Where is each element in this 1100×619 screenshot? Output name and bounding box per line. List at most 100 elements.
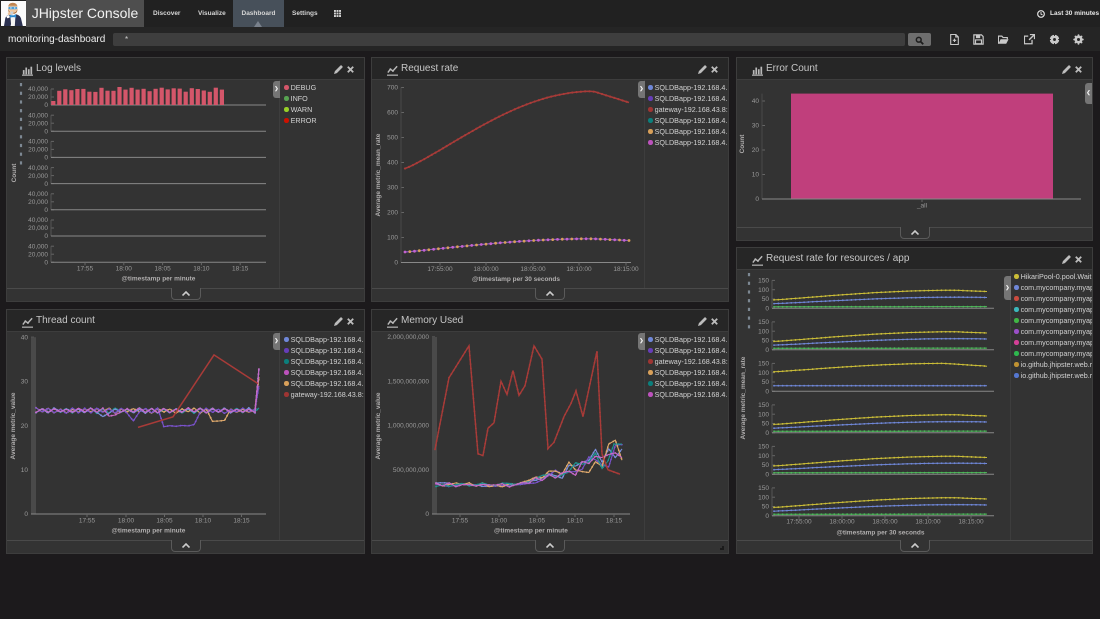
svg-text:150: 150 [758,278,769,285]
svg-text:1,000,000,000: 1,000,000,000 [387,423,429,430]
svg-text:40: 40 [752,98,760,105]
svg-text:17:55:00: 17:55:00 [427,266,453,273]
svg-text:0: 0 [44,233,48,240]
svg-text:@timestamp per minute: @timestamp per minute [494,528,568,535]
svg-text:30: 30 [752,123,760,130]
svg-text:10: 10 [752,172,760,179]
svg-text:100: 100 [758,453,769,460]
svg-text:100: 100 [758,370,769,377]
svg-text:40,000: 40,000 [28,86,48,93]
svg-text:50: 50 [762,504,770,511]
svg-text:Average metric_value: Average metric_value [375,392,382,459]
svg-text:0: 0 [44,128,48,135]
svg-text:30: 30 [21,379,29,386]
svg-text:18:10:00: 18:10:00 [566,266,592,273]
svg-text:0: 0 [44,207,48,214]
svg-text:0: 0 [765,513,769,520]
svg-text:500,000,000: 500,000,000 [393,467,430,474]
svg-text:18:00:00: 18:00:00 [473,266,499,273]
svg-text:100: 100 [758,328,769,335]
svg-text:18:05:00: 18:05:00 [872,518,898,525]
svg-text:0: 0 [44,102,48,109]
svg-text:20: 20 [21,423,29,430]
svg-text:100: 100 [387,235,398,242]
svg-text:50: 50 [762,421,770,428]
svg-text:150: 150 [758,444,769,451]
svg-text:Count: Count [11,163,18,183]
svg-text:500: 500 [387,135,398,142]
svg-text:0: 0 [765,347,769,354]
svg-text:40,000: 40,000 [28,165,48,172]
svg-text:20,000: 20,000 [28,173,48,180]
svg-text:20,000: 20,000 [28,147,48,154]
svg-text:0: 0 [44,155,48,162]
svg-text:50: 50 [762,296,770,303]
svg-text:17:55:00: 17:55:00 [786,518,812,525]
svg-text:10: 10 [21,467,29,474]
svg-text:20,000: 20,000 [28,225,48,232]
svg-text:20,000: 20,000 [28,251,48,258]
svg-text:@timestamp per 30 seconds: @timestamp per 30 seconds [837,529,925,536]
svg-text:700: 700 [387,85,398,92]
svg-text:0: 0 [24,511,28,518]
svg-text:40,000: 40,000 [28,191,48,198]
svg-text:20,000: 20,000 [28,199,48,206]
svg-text:18:05: 18:05 [529,518,546,525]
svg-text:0: 0 [765,472,769,479]
svg-text:150: 150 [758,361,769,368]
svg-text:Average metric_mean_rate: Average metric_mean_rate [375,133,382,216]
svg-text:18:15:00: 18:15:00 [613,266,639,273]
svg-text:18:00: 18:00 [118,518,135,525]
svg-text:Average metric_mean_rate: Average metric_mean_rate [740,356,747,439]
svg-text:_all: _all [916,203,928,210]
svg-text:18:15: 18:15 [233,518,250,525]
svg-text:18:10:00: 18:10:00 [915,518,941,525]
svg-text:40,000: 40,000 [28,139,48,146]
svg-text:17:55: 17:55 [452,518,469,525]
svg-text:20,000: 20,000 [28,120,48,127]
svg-text:0: 0 [394,260,398,267]
svg-text:40,000: 40,000 [28,243,48,250]
svg-text:150: 150 [758,485,769,492]
svg-text:Average metric_value: Average metric_value [10,392,17,459]
svg-text:40: 40 [21,334,29,341]
svg-text:18:00:00: 18:00:00 [829,518,855,525]
svg-text:100: 100 [758,411,769,418]
svg-text:0: 0 [765,306,769,313]
svg-text:@timestamp per minute: @timestamp per minute [122,276,196,283]
svg-text:18:10: 18:10 [195,518,212,525]
svg-text:300: 300 [387,185,398,192]
svg-text:0: 0 [765,389,769,396]
svg-text:200: 200 [387,210,398,217]
svg-text:100: 100 [758,494,769,501]
svg-text:50: 50 [762,338,770,345]
svg-text:20,000: 20,000 [28,94,48,101]
svg-text:2,000,000,000: 2,000,000,000 [387,334,429,341]
svg-text:17:55: 17:55 [79,518,96,525]
svg-text:150: 150 [758,319,769,326]
svg-text:18:00: 18:00 [491,518,508,525]
svg-text:18:05:00: 18:05:00 [520,266,546,273]
svg-text:@timestamp per 30 seconds: @timestamp per 30 seconds [472,276,560,283]
svg-text:1,500,000,000: 1,500,000,000 [387,378,429,385]
svg-text:18:15: 18:15 [232,266,249,273]
svg-text:18:00: 18:00 [116,266,133,273]
svg-text:20: 20 [752,147,760,154]
svg-text:18:05: 18:05 [156,518,173,525]
svg-text:18:05: 18:05 [154,266,171,273]
svg-text:18:15: 18:15 [606,518,623,525]
svg-text:100: 100 [758,287,769,294]
svg-text:Count: Count [739,134,746,154]
svg-text:0: 0 [44,181,48,188]
svg-text:50: 50 [762,379,770,386]
svg-text:40,000: 40,000 [28,112,48,119]
svg-text:150: 150 [758,402,769,409]
svg-text:@timestamp per minute: @timestamp per minute [112,528,186,535]
svg-text:600: 600 [387,110,398,117]
svg-text:0: 0 [44,259,48,266]
svg-text:50: 50 [762,462,770,469]
svg-text:18:10: 18:10 [193,266,210,273]
svg-text:18:15:00: 18:15:00 [958,518,984,525]
svg-text:400: 400 [387,160,398,167]
svg-text:18:10: 18:10 [567,518,584,525]
